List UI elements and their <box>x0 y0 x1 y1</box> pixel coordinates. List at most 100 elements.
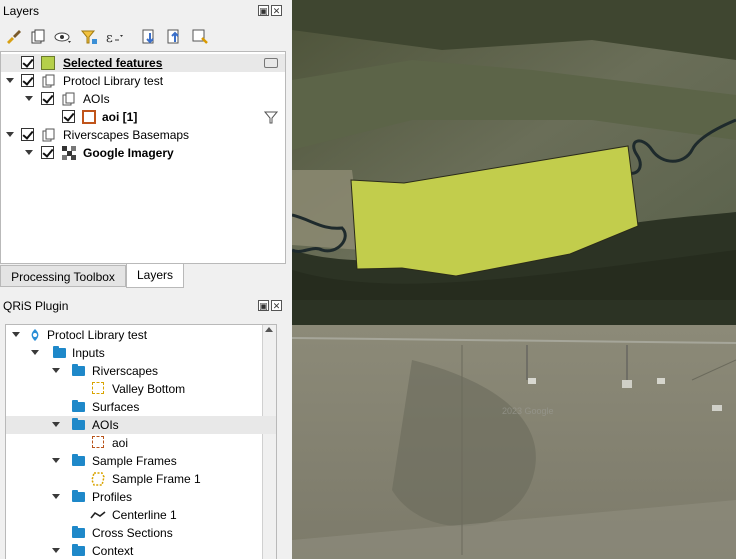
map-canvas[interactable]: 2023 Google <box>292 0 736 559</box>
chevron-down-icon[interactable] <box>12 332 20 337</box>
folder-icon <box>72 418 85 430</box>
qris-title: QRiS Plugin <box>3 299 69 313</box>
collapse-all-icon[interactable] <box>165 27 185 47</box>
chevron-down-icon[interactable] <box>31 350 39 355</box>
folder-icon <box>72 454 85 466</box>
tree-item[interactable]: Valley Bottom <box>6 380 276 398</box>
layer-checkbox[interactable] <box>21 128 34 141</box>
layers-title: Layers <box>3 4 40 18</box>
group-icon <box>62 92 75 106</box>
folder-icon <box>72 364 85 376</box>
sample-frame-icon <box>91 472 105 486</box>
chevron-down-icon[interactable] <box>52 368 60 373</box>
filter-icon[interactable] <box>264 110 278 124</box>
chevron-down-icon[interactable] <box>52 422 60 427</box>
tree-item[interactable]: Protocl Library test <box>6 326 276 344</box>
tree-item[interactable]: Sample Frames <box>6 452 276 470</box>
add-group-icon[interactable] <box>28 27 48 47</box>
layer-row[interactable]: aoi [1] <box>1 108 285 126</box>
tree-item-label: Valley Bottom <box>112 382 186 396</box>
layer-label: Protocl Library test <box>63 74 164 88</box>
chevron-down-icon[interactable] <box>52 494 60 499</box>
tree-item[interactable]: Riverscapes <box>6 362 276 380</box>
tree-item[interactable]: Cross Sections <box>6 524 276 542</box>
filter-icon[interactable] <box>79 27 99 47</box>
tree-item-label: Profiles <box>92 490 133 504</box>
float-icon[interactable]: ▣ <box>258 300 269 311</box>
folder-icon <box>72 544 85 556</box>
tab-processing-toolbox[interactable]: Processing Toolbox <box>0 265 126 287</box>
folder-icon <box>72 400 85 412</box>
polygon-layer-icon <box>92 382 104 394</box>
tree-item-label: Cross Sections <box>92 526 173 540</box>
layer-label: aoi [1] <box>102 110 138 124</box>
selected-features-swatch <box>41 56 55 70</box>
layer-checkbox[interactable] <box>41 146 54 159</box>
tree-item[interactable]: AOIs <box>6 416 276 434</box>
layer-row[interactable]: Riverscapes Basemaps <box>1 126 285 144</box>
layer-row[interactable]: Google Imagery <box>1 144 285 162</box>
tree-item-label: Context <box>92 544 134 558</box>
polygon-layer-icon <box>82 110 96 124</box>
tree-item-label: aoi <box>112 436 129 450</box>
layer-checkbox[interactable] <box>62 110 75 123</box>
tree-item[interactable]: Centerline 1 <box>6 506 276 524</box>
chevron-down-icon[interactable] <box>52 548 60 553</box>
remove-layer-icon[interactable] <box>190 27 210 47</box>
expression-filter-icon[interactable]: ε <box>104 27 124 47</box>
layers-tree: Selected features Protocl Library test A… <box>0 51 286 264</box>
satellite-imagery: 2023 Google <box>292 0 736 559</box>
tree-item-label: Surfaces <box>92 400 140 414</box>
dock-tabs: Processing Toolbox Layers <box>0 264 286 289</box>
layer-checkbox[interactable] <box>21 74 34 87</box>
tree-item-label: AOIs <box>92 418 119 432</box>
eye-icon[interactable] <box>53 27 73 47</box>
left-dock: Layers ▣ ✕ ε Selected features Protocl L… <box>0 0 286 559</box>
layer-checkbox[interactable] <box>41 92 54 105</box>
chevron-down-icon[interactable] <box>25 150 33 155</box>
layers-toolbar: ε <box>0 24 286 50</box>
layer-indicator-icon[interactable] <box>264 58 278 68</box>
group-icon <box>42 74 55 88</box>
tree-item-label: Protocl Library test <box>47 328 148 342</box>
tree-item[interactable]: aoi <box>6 434 276 452</box>
tree-item[interactable]: Sample Frame 1 <box>6 470 276 488</box>
tab-label: Processing Toolbox <box>11 270 115 284</box>
layer-row[interactable]: Selected features <box>1 54 285 72</box>
tree-item-label: Centerline 1 <box>112 508 177 522</box>
chevron-down-icon[interactable] <box>6 78 14 83</box>
close-icon[interactable]: ✕ <box>271 5 282 16</box>
expand-all-icon[interactable] <box>140 27 160 47</box>
tree-item-label: Riverscapes <box>92 364 159 378</box>
layer-label: Riverscapes Basemaps <box>63 128 190 142</box>
qris-dock-title: QRiS Plugin ▣ ✕ <box>0 295 286 317</box>
close-icon[interactable]: ✕ <box>271 300 282 311</box>
raster-layer-icon <box>62 146 76 160</box>
layer-checkbox[interactable] <box>21 56 34 69</box>
layers-dock-title: Layers ▣ ✕ <box>0 0 286 22</box>
tree-item[interactable]: Context <box>6 542 276 559</box>
svg-text:ε: ε <box>106 31 113 46</box>
layer-label: Selected features <box>63 56 163 70</box>
layer-label: AOIs <box>83 92 110 106</box>
line-layer-icon <box>90 511 106 519</box>
layer-label: Google Imagery <box>83 146 174 160</box>
tree-item[interactable]: Surfaces <box>6 398 276 416</box>
tree-item-label: Sample Frames <box>92 454 177 468</box>
polygon-layer-icon <box>92 436 104 448</box>
paint-brush-icon[interactable] <box>3 27 23 47</box>
chevron-down-icon[interactable] <box>25 96 33 101</box>
float-icon[interactable]: ▣ <box>258 5 269 16</box>
tree-item[interactable]: Inputs <box>6 344 276 362</box>
tab-layers[interactable]: Layers <box>126 264 184 288</box>
tab-label: Layers <box>136 268 174 282</box>
folder-icon <box>53 346 66 358</box>
layer-row[interactable]: Protocl Library test <box>1 72 285 90</box>
tree-item[interactable]: Profiles <box>6 488 276 506</box>
layer-row[interactable]: AOIs <box>1 90 285 108</box>
group-icon <box>42 128 55 142</box>
tree-item-label: Inputs <box>72 346 105 360</box>
chevron-down-icon[interactable] <box>52 458 60 463</box>
chevron-down-icon[interactable] <box>6 132 14 137</box>
tree-item-label: Sample Frame 1 <box>112 472 201 486</box>
